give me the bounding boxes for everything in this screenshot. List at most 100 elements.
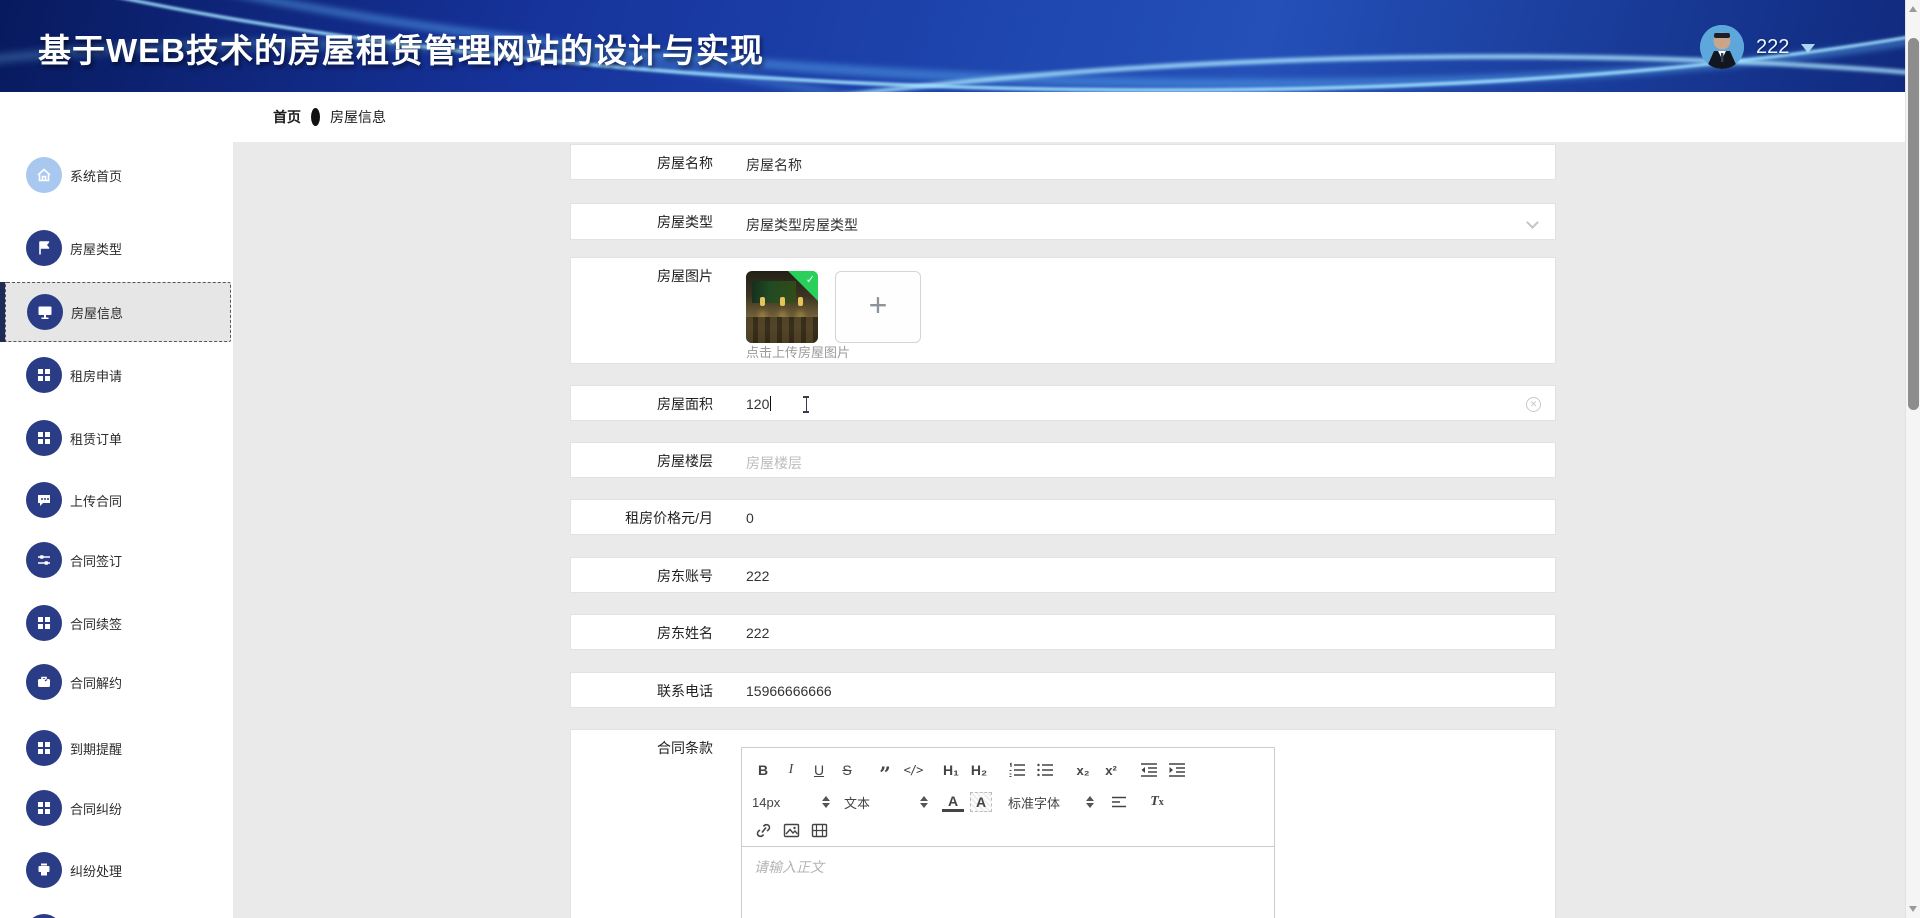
breadcrumb-separator	[311, 108, 320, 126]
video-icon[interactable]	[808, 820, 830, 840]
align-icon[interactable]	[1108, 792, 1130, 812]
sidebar-item-dispute-handle[interactable]: 纠纷处理	[0, 842, 233, 898]
outdent-icon[interactable]	[1138, 760, 1160, 780]
sliders-icon	[26, 542, 62, 578]
header-select[interactable]: 文本	[844, 793, 920, 812]
house-floor-input[interactable]: 房屋楼层	[746, 453, 802, 473]
printer-icon	[26, 852, 62, 888]
form-row-house-type: 房屋类型 房屋类型房屋类型	[570, 203, 1556, 240]
superscript-icon[interactable]: x²	[1100, 760, 1122, 780]
sidebar-item-home[interactable]: 系统首页	[0, 147, 233, 203]
form-row-house-name: 房屋名称 房屋名称	[570, 144, 1556, 180]
field-label: 房屋类型	[657, 214, 713, 230]
chat-icon	[26, 482, 62, 518]
code-block-icon[interactable]: </>	[902, 760, 924, 780]
field-label: 联系电话	[657, 683, 713, 699]
field-label: 房屋楼层	[657, 453, 713, 469]
field-label: 房屋图片	[657, 268, 713, 284]
text-color-icon[interactable]: A	[942, 792, 964, 812]
italic-icon[interactable]: I	[780, 760, 802, 780]
editor-text-area[interactable]: 请输入正文	[742, 847, 1274, 918]
landlord-account-input[interactable]: 222	[746, 568, 769, 584]
sidebar-item-contract-dispute[interactable]: 合同纠纷	[0, 780, 233, 836]
image-icon[interactable]	[780, 820, 802, 840]
clear-input-icon[interactable]: ✕	[1526, 397, 1541, 412]
size-select[interactable]: 14px	[752, 795, 822, 810]
house-name-input[interactable]: 房屋名称	[746, 155, 802, 175]
grid-icon	[26, 420, 62, 456]
scrollbar-thumb[interactable]	[1908, 38, 1919, 410]
monitor-icon	[27, 294, 63, 330]
grid-icon	[26, 730, 62, 766]
blockquote-icon[interactable]: ”	[874, 764, 896, 784]
user-menu[interactable]: 222	[1700, 24, 1816, 70]
username: 222	[1756, 35, 1790, 58]
sidebar-item-expiry-reminder[interactable]: 到期提醒	[0, 720, 233, 776]
upload-button[interactable]: +	[835, 271, 921, 343]
breadcrumb: 首页 房屋信息	[273, 107, 386, 127]
select-arrows-icon	[822, 796, 830, 808]
grid-icon	[26, 790, 62, 826]
landlord-name-input[interactable]: 222	[746, 625, 769, 641]
form-row-house-area: 房屋面积 120 ✕	[570, 385, 1556, 421]
grid-icon	[26, 357, 62, 393]
field-label: 租房价格元/月	[625, 510, 713, 526]
sidebar-item-contract-sign[interactable]: 合同签订	[0, 532, 233, 588]
field-label: 房屋名称	[657, 155, 713, 171]
font-select[interactable]: 标准字体	[1008, 793, 1086, 812]
editor-toolbar: B I U S ” </> H₁ H₂ x₂ x² 14px 文本 A A 标准…	[742, 748, 1274, 847]
link-icon[interactable]	[752, 820, 774, 840]
house-type-select[interactable]: 房屋类型房屋类型	[746, 215, 858, 235]
form-row-landlord-name: 房东姓名 222	[570, 614, 1556, 650]
strike-icon[interactable]: S	[836, 760, 858, 780]
briefcase-icon	[26, 664, 62, 700]
editor-placeholder: 请输入正文	[754, 859, 824, 875]
chevron-down-icon[interactable]	[1526, 216, 1539, 229]
chevron-down-icon[interactable]	[1801, 44, 1816, 53]
form-row-contract-terms: 合同条款 B I U S ” </> H₁ H₂ x₂ x² 14px 文本 A…	[570, 729, 1556, 918]
page-title: 基于WEB技术的房屋租赁管理网站的设计与实现	[38, 32, 764, 69]
scroll-up-icon[interactable]	[1909, 6, 1917, 12]
sidebar-item-house-info[interactable]: 房屋信息	[5, 282, 231, 342]
sidebar-item-house-type[interactable]: 房屋类型	[0, 220, 233, 276]
main-content: 房屋名称 房屋名称 房屋类型 房屋类型房屋类型 房屋图片 ✓ + 点击上传房屋图…	[233, 142, 1905, 918]
h2-icon[interactable]: H₂	[968, 760, 990, 780]
breadcrumb-current: 房屋信息	[330, 109, 386, 125]
clear-format-icon[interactable]: Tx	[1146, 792, 1168, 812]
indent-icon[interactable]	[1166, 760, 1188, 780]
scroll-down-icon[interactable]	[1909, 906, 1917, 912]
form-row-house-image: 房屋图片 ✓ + 点击上传房屋图片	[570, 257, 1556, 364]
sidebar-item-rent-apply[interactable]: 租房申请	[0, 347, 233, 403]
form-row-house-floor: 房屋楼层 房屋楼层	[570, 442, 1556, 478]
house-area-input[interactable]: 120	[746, 396, 772, 412]
sidebar-item-partial[interactable]	[0, 904, 233, 918]
select-arrows-icon	[1086, 796, 1094, 808]
bold-icon[interactable]: B	[752, 760, 774, 780]
sidebar: 系统首页 房屋类型 房屋信息 租房申请 租赁订单 上传合同 合同签订 合同续签 …	[0, 92, 233, 918]
form-row-rent-price: 租房价格元/月 0	[570, 499, 1556, 535]
h1-icon[interactable]: H₁	[940, 760, 962, 780]
contact-phone-input[interactable]: 15966666666	[746, 683, 832, 699]
breadcrumb-home-link[interactable]: 首页	[273, 107, 301, 127]
bullet-list-icon[interactable]	[1034, 760, 1056, 780]
field-label: 房东账号	[657, 568, 713, 584]
uploaded-image-thumbnail[interactable]: ✓	[746, 271, 818, 343]
ordered-list-icon[interactable]	[1006, 760, 1028, 780]
underline-icon[interactable]: U	[808, 760, 830, 780]
rich-text-editor: B I U S ” </> H₁ H₂ x₂ x² 14px 文本 A A 标准…	[741, 747, 1275, 918]
rent-price-input[interactable]: 0	[746, 510, 754, 526]
sidebar-item-contract-renew[interactable]: 合同续签	[0, 595, 233, 651]
field-label: 房屋面积	[657, 396, 713, 412]
mouse-ibeam-cursor	[799, 396, 813, 413]
sidebar-item-contract-cancel[interactable]: 合同解约	[0, 654, 233, 710]
page-scrollbar[interactable]	[1905, 0, 1920, 918]
flag-icon	[26, 230, 62, 266]
grid-icon	[26, 914, 62, 918]
text-caret	[770, 396, 772, 411]
avatar[interactable]	[1700, 25, 1744, 69]
sidebar-item-upload-contract[interactable]: 上传合同	[0, 472, 233, 528]
highlight-color-icon[interactable]: A	[970, 792, 992, 812]
sidebar-item-rent-order[interactable]: 租赁订单	[0, 410, 233, 466]
plus-icon: +	[868, 286, 888, 323]
subscript-icon[interactable]: x₂	[1072, 760, 1094, 780]
